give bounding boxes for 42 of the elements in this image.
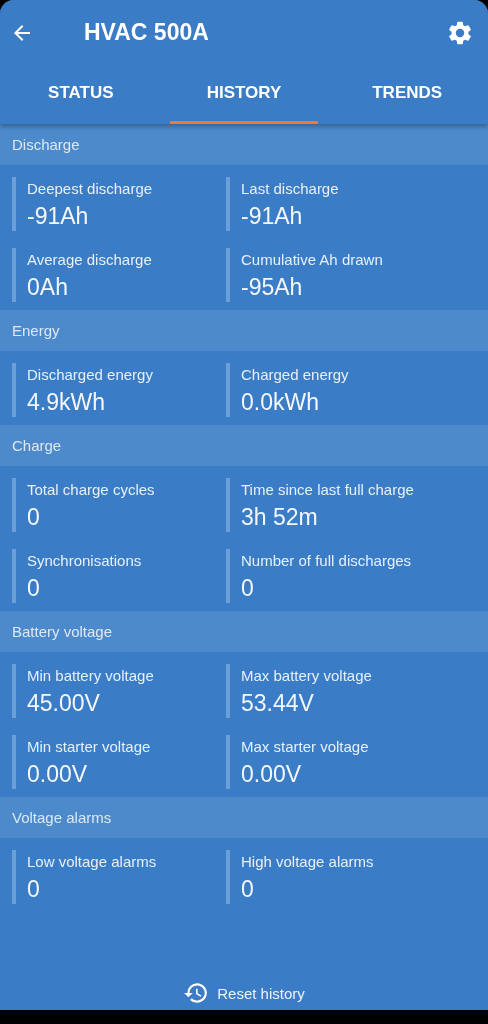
stat-value: 0 [27,504,41,531]
stat-value: 0Ah [27,274,69,301]
stat-label: Discharged energy [27,366,154,383]
stat-label: Synchronisations [27,552,143,569]
stat-label: Max starter voltage [241,738,370,755]
stat-value: 45.00V [27,690,101,717]
section-header: Voltage alarms [0,797,488,838]
tab[interactable]: TRENDS [326,65,488,124]
stat-value: 53.44V [241,690,315,717]
stat-label: Number of full discharges [241,552,413,569]
stat-label: Cumulative Ah drawn [241,251,384,268]
history-icon [183,980,210,1006]
stat-value: -91Ah [241,203,304,230]
stat-label: Charged energy [241,366,350,383]
stat-label: Total charge cycles [27,481,156,498]
stat-value: 0 [241,876,255,903]
stat-value: 0 [27,575,41,602]
stat-value: -91Ah [27,203,90,230]
stat-label: Average discharge [27,251,153,268]
section-header: Energy [0,310,488,351]
stat-label: Min starter voltage [27,738,152,755]
stat-label: Deepest discharge [27,180,154,197]
section-header: Charge [0,425,488,466]
stat-value: 0.0kWh [241,389,320,416]
stat-label: Max battery voltage [241,667,373,684]
stat-value: 0 [27,876,41,903]
reset-history-button[interactable]: Reset history [179,978,309,1008]
stat-value: 0.00V [241,761,303,788]
stat-value: -95Ah [241,274,304,301]
stat-value: 3h 52m [241,504,319,531]
screen-title: HVAC 500A [84,19,210,46]
stat-label: Min battery voltage [27,667,155,684]
stat-label: Low voltage alarms [27,853,158,870]
stat-value: 0.00V [27,761,89,788]
tab[interactable]: STATUS [0,65,162,124]
section-header: Discharge [0,124,488,165]
stat-label: Time since last full charge [241,481,415,498]
stat-value: 0 [241,575,255,602]
stat-value: 4.9kWh [27,389,106,416]
section-header: Battery voltage [0,611,488,652]
stat-label: High voltage alarms [241,853,375,870]
stat-label: Last discharge [241,180,340,197]
